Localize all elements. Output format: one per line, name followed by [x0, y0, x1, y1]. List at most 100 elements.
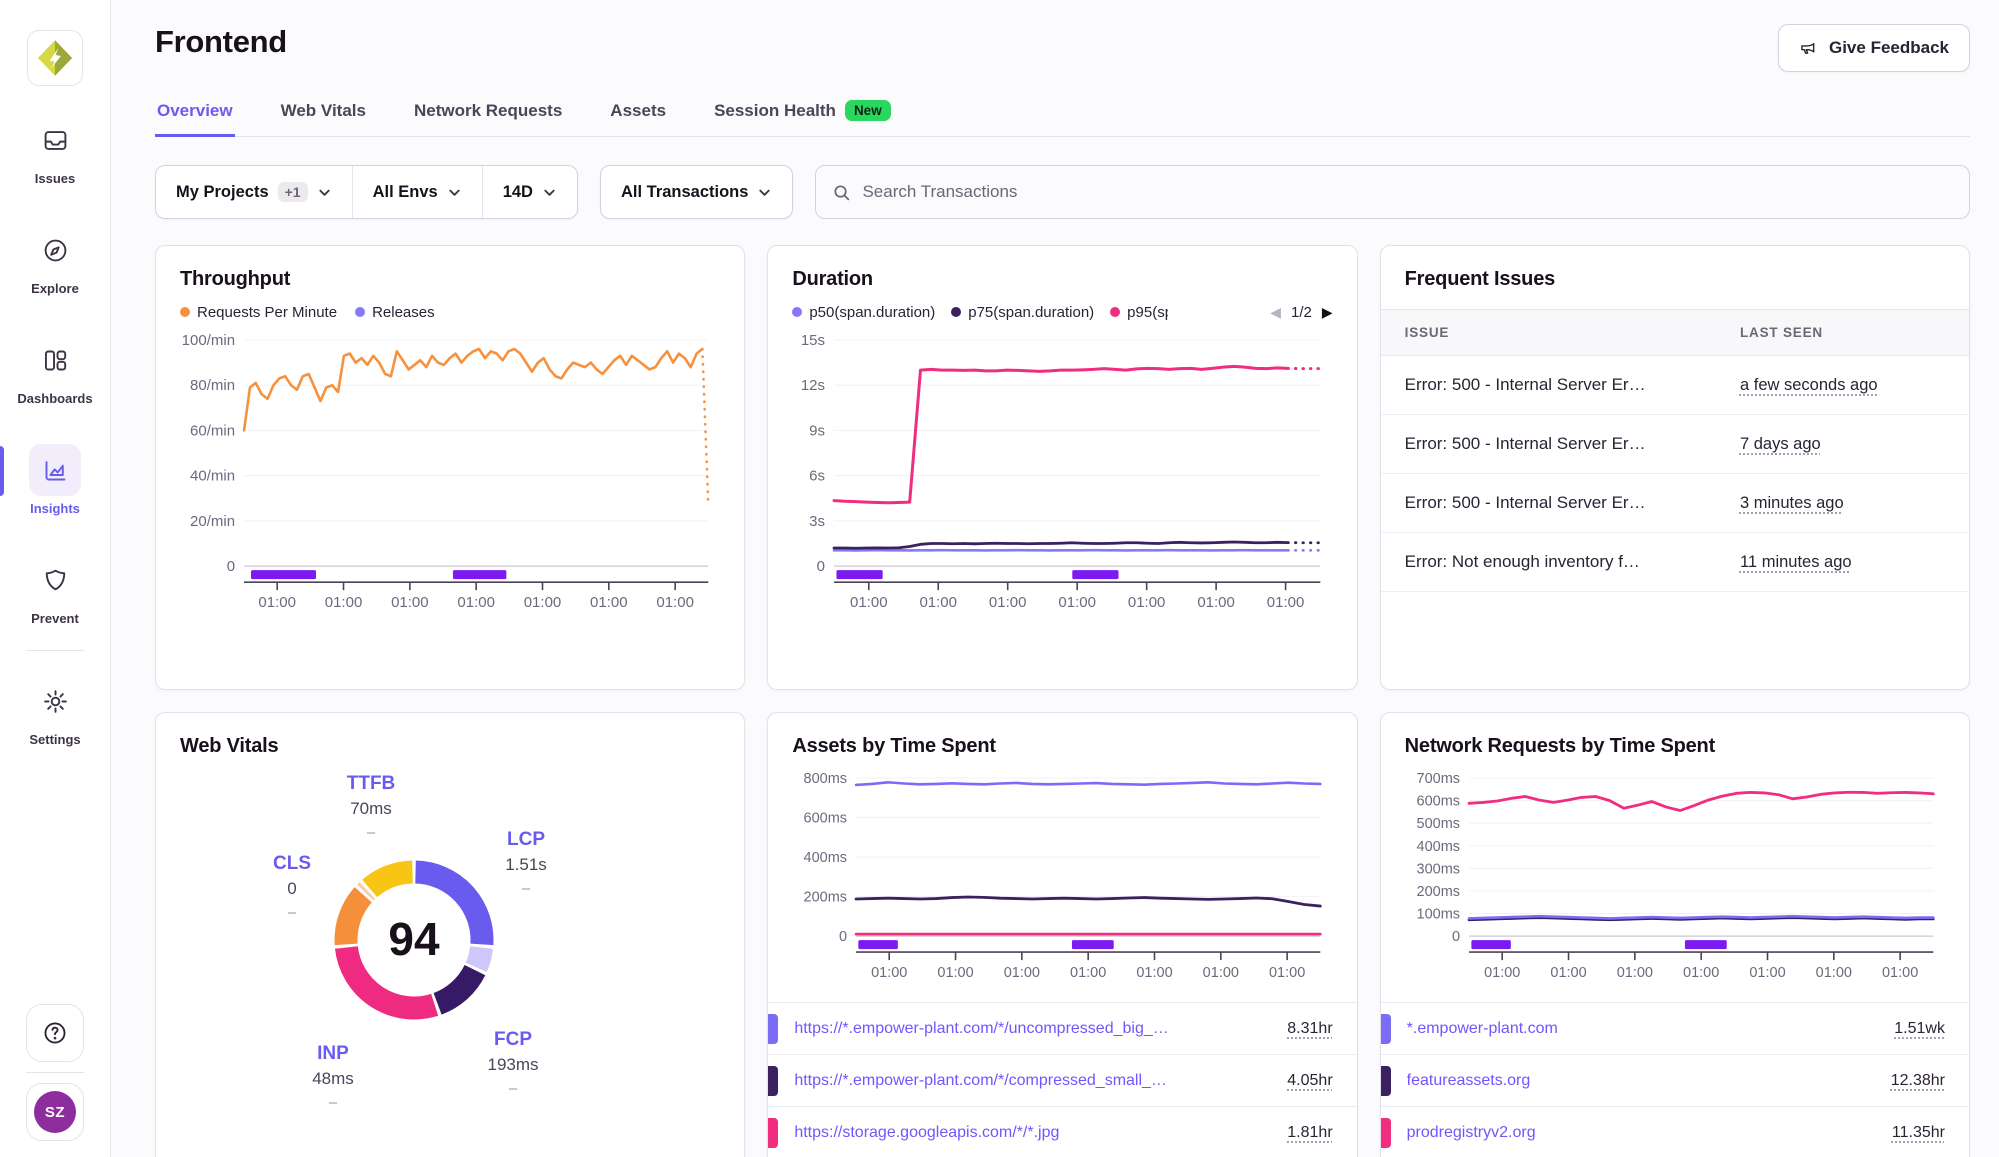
transactions-filter[interactable]: All Transactions — [600, 165, 793, 219]
donut-segment-cls — [346, 895, 363, 945]
issue-row[interactable]: Error: 500 - Internal Server Er…3 minute… — [1381, 474, 1969, 533]
svg-text:01:00: 01:00 — [1683, 965, 1719, 981]
chevron-down-icon — [317, 185, 332, 200]
projects-filter-label: My Projects — [176, 183, 269, 202]
asset-link[interactable]: https://*.empower-plant.com/*/uncompress… — [794, 1020, 1273, 1038]
duration-title: Duration — [792, 268, 1332, 291]
issue-last-seen[interactable]: 7 days ago — [1740, 435, 1821, 453]
legend-item[interactable]: Requests Per Minute — [180, 304, 337, 321]
throughput-chart[interactable]: 100/min80/min60/min40/min20/min001:0001:… — [180, 326, 720, 628]
svg-text:6s: 6s — [810, 468, 826, 485]
svg-text:01:00: 01:00 — [1749, 965, 1785, 981]
svg-text:01:00: 01:00 — [457, 594, 495, 611]
svg-text:12s: 12s — [801, 377, 825, 394]
sidebar-item-dashboards[interactable]: Dashboards — [0, 334, 110, 406]
legend-label: p75(span.duration) — [968, 304, 1094, 321]
search-input[interactable] — [862, 182, 1953, 202]
sidebar-item-label: Insights — [30, 501, 80, 516]
tab-overview[interactable]: Overview — [155, 94, 235, 137]
vital-name: LCP — [505, 829, 547, 851]
date-range-filter[interactable]: 14D — [482, 166, 577, 218]
svg-text:0: 0 — [227, 558, 235, 575]
vital-value: 193ms — [487, 1055, 538, 1075]
sidebar-item-settings[interactable]: Settings — [0, 675, 110, 747]
legend-item[interactable]: Releases — [355, 304, 435, 321]
explore-icon — [29, 224, 81, 276]
svg-text:700ms: 700ms — [1416, 771, 1460, 787]
asset-link[interactable]: https://storage.googleapis.com/*/*.jpg — [794, 1124, 1273, 1142]
vital-value: 70ms — [347, 799, 396, 819]
duration-chart[interactable]: 15s12s9s6s3s001:0001:0001:0001:0001:0001… — [792, 326, 1332, 628]
vital-dash: – — [273, 904, 311, 921]
time-spent-value[interactable]: 8.31hr — [1287, 1020, 1332, 1038]
duration-card: Duration p50(span.duration) p75(span.dura… — [767, 245, 1357, 690]
asset-row[interactable]: https://*.empower-plant.com/*/uncompress… — [768, 1002, 1356, 1054]
give-feedback-button[interactable]: Give Feedback — [1778, 24, 1970, 72]
projects-filter[interactable]: My Projects +1 — [156, 166, 352, 218]
sidebar-item-issues[interactable]: Issues — [0, 114, 110, 186]
legend-prev-button[interactable]: ◀ — [1270, 304, 1281, 321]
sidebar-item-prevent[interactable]: Prevent — [0, 554, 110, 626]
web-vital-inp[interactable]: INP48ms– — [312, 1043, 354, 1111]
prevent-icon — [29, 554, 81, 606]
svg-text:01:00: 01:00 — [1198, 594, 1236, 611]
time-spent-value[interactable]: 1.81hr — [1287, 1124, 1332, 1142]
time-spent-value[interactable]: 11.35hr — [1892, 1124, 1945, 1142]
domain-row[interactable]: featureassets.org 12.38hr — [1381, 1054, 1969, 1106]
issue-last-seen[interactable]: a few seconds ago — [1740, 376, 1878, 394]
web-vital-fcp[interactable]: FCP193ms– — [487, 1029, 538, 1097]
tab-session-health[interactable]: Session HealthNew — [712, 94, 893, 137]
assets-chart[interactable]: 800ms600ms400ms200ms001:0001:0001:0001:0… — [792, 768, 1332, 996]
tab-web-vitals[interactable]: Web Vitals — [279, 94, 368, 137]
donut-segment-lcp-light — [476, 947, 481, 967]
asset-row[interactable]: https://*.empower-plant.com/*/compressed… — [768, 1054, 1356, 1106]
sidebar: Issues Explore Dashboards Insights Prevent Se… — [0, 0, 111, 1157]
insights-icon — [29, 444, 81, 496]
svg-text:01:00: 01:00 — [850, 594, 888, 611]
svg-text:80/min: 80/min — [190, 377, 235, 394]
sidebar-item-explore[interactable]: Explore — [0, 224, 110, 296]
time-spent-value[interactable]: 4.05hr — [1287, 1072, 1332, 1090]
web-vital-cls[interactable]: CLS0– — [273, 853, 311, 921]
environments-filter[interactable]: All Envs — [352, 166, 482, 218]
issue-row[interactable]: Error: 500 - Internal Server Er…7 days a… — [1381, 415, 1969, 474]
domain-row[interactable]: *.empower-plant.com 1.51wk — [1381, 1002, 1969, 1054]
web-vital-ttfb[interactable]: TTFB70ms– — [347, 773, 396, 841]
legend-item[interactable]: p50(span.duration) — [792, 304, 935, 321]
legend-dot — [180, 307, 190, 317]
sidebar-item-insights[interactable]: Insights — [0, 444, 110, 516]
time-spent-value[interactable]: 1.51wk — [1894, 1020, 1945, 1038]
legend-dot — [355, 307, 365, 317]
domain-link[interactable]: *.empower-plant.com — [1407, 1020, 1881, 1038]
legend-item[interactable]: p75(span.duration) — [951, 304, 1094, 321]
svg-text:01:00: 01:00 — [989, 594, 1027, 611]
asset-row[interactable]: https://storage.googleapis.com/*/*.jpg 1.… — [768, 1106, 1356, 1157]
frequent-issues-rows: Error: 500 - Internal Server Er…a few se… — [1381, 356, 1969, 592]
network-requests-card: Network Requests by Time Spent 700ms600m… — [1380, 712, 1970, 1157]
domain-link[interactable]: prodregistryv2.org — [1407, 1124, 1878, 1142]
megaphone-icon — [1799, 38, 1819, 58]
tab-label: Session Health — [714, 101, 836, 121]
issue-last-seen[interactable]: 3 minutes ago — [1740, 494, 1844, 512]
tab-network-requests[interactable]: Network Requests — [412, 94, 564, 137]
svg-text:01:00: 01:00 — [1550, 965, 1586, 981]
issue-last-seen[interactable]: 11 minutes ago — [1740, 553, 1852, 571]
user-menu-button[interactable]: SZ — [26, 1083, 84, 1141]
legend-next-button[interactable]: ▶ — [1322, 304, 1333, 321]
domain-link[interactable]: featureassets.org — [1407, 1072, 1877, 1090]
org-logo[interactable] — [27, 30, 83, 86]
tab-assets[interactable]: Assets — [608, 94, 668, 137]
legend-item[interactable]: p95(span.duration) — [1110, 304, 1168, 321]
issue-row[interactable]: Error: Not enough inventory f…11 minutes… — [1381, 533, 1969, 592]
web-vital-lcp[interactable]: LCP1.51s– — [505, 829, 547, 897]
svg-text:3s: 3s — [810, 513, 826, 530]
time-spent-value[interactable]: 12.38hr — [1891, 1072, 1945, 1090]
issue-row[interactable]: Error: 500 - Internal Server Er…a few se… — [1381, 356, 1969, 415]
help-button[interactable] — [26, 1004, 84, 1062]
network-requests-chart[interactable]: 700ms600ms500ms400ms300ms200ms100ms001:0… — [1405, 768, 1945, 996]
svg-text:40/min: 40/min — [190, 468, 235, 485]
asset-link[interactable]: https://*.empower-plant.com/*/compressed… — [794, 1072, 1273, 1090]
domain-row[interactable]: prodregistryv2.org 11.35hr — [1381, 1106, 1969, 1157]
svg-text:400ms: 400ms — [1416, 839, 1460, 855]
column-issue: ISSUE — [1405, 325, 1740, 340]
